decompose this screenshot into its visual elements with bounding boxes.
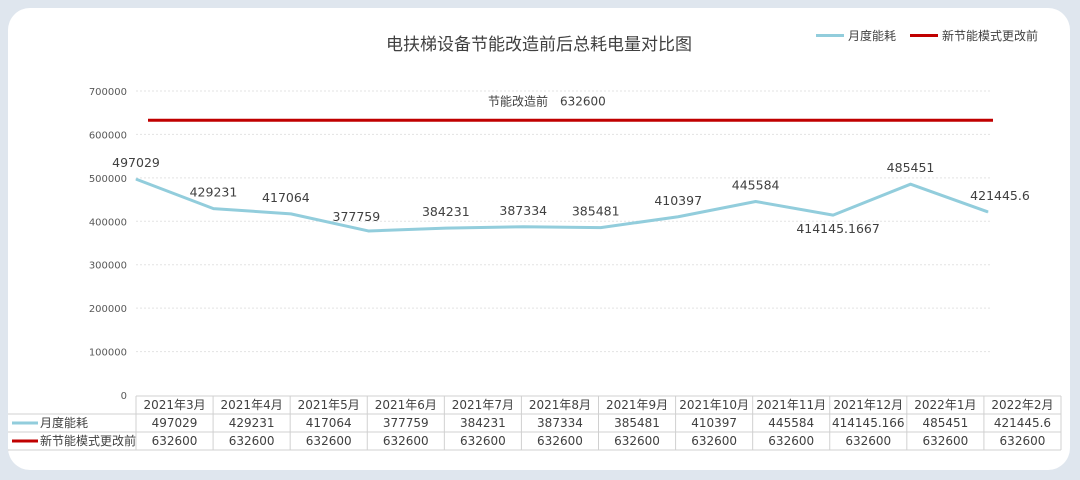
data-label: 387334 bbox=[499, 203, 547, 218]
data-label: 384231 bbox=[422, 204, 470, 219]
table-cell: 429231 bbox=[229, 416, 275, 430]
table-cell: 632600 bbox=[922, 434, 968, 448]
x-tick-label: 2021年3月 bbox=[143, 398, 205, 412]
x-tick-label: 2022年2月 bbox=[991, 398, 1053, 412]
table-cell: 410397 bbox=[691, 416, 737, 430]
data-point bbox=[212, 208, 214, 210]
data-point bbox=[910, 183, 912, 185]
data-label: 497029 bbox=[112, 155, 160, 170]
table-cell: 632600 bbox=[1000, 434, 1046, 448]
table-cell: 485451 bbox=[922, 416, 968, 430]
data-label: 445584 bbox=[732, 177, 780, 192]
data-point bbox=[987, 211, 989, 213]
reference-label: 节能改造前 bbox=[488, 93, 548, 108]
x-tick-label: 2021年12月 bbox=[833, 398, 903, 412]
x-tick-label: 2021年9月 bbox=[606, 398, 668, 412]
line-chart: 0 100000 200000 300000 400000 500000 600000 700… bbox=[8, 87, 1062, 451]
y-tick-label: 600000 bbox=[89, 130, 127, 141]
x-tick-label: 2021年8月 bbox=[529, 398, 591, 412]
data-label: 410397 bbox=[654, 193, 702, 208]
data-point bbox=[677, 216, 679, 218]
table-cell: 632600 bbox=[614, 434, 660, 448]
x-tick-label: 2021年6月 bbox=[375, 398, 437, 412]
table-cell: 632600 bbox=[306, 434, 352, 448]
x-tick-label: 2021年4月 bbox=[221, 398, 283, 412]
data-point bbox=[832, 214, 834, 216]
data-point bbox=[755, 200, 757, 202]
data-label: 414145.1667 bbox=[796, 221, 880, 236]
table-cell: 632600 bbox=[537, 434, 583, 448]
y-tick-label: 700000 bbox=[89, 87, 127, 98]
data-point bbox=[367, 230, 369, 232]
chart-card: 电扶梯设备节能改造前后总耗电量对比图 月度能耗 新节能模式更改前 0 100000… bbox=[8, 8, 1070, 470]
y-tick-label: 300000 bbox=[89, 261, 127, 272]
table-series-name: 月度能耗 bbox=[40, 415, 88, 430]
x-tick-label: 2021年10月 bbox=[679, 398, 749, 412]
data-point bbox=[522, 226, 524, 228]
data-label: 385481 bbox=[572, 204, 620, 219]
data-label: 485451 bbox=[887, 160, 935, 175]
x-tick-label: 2021年7月 bbox=[452, 398, 514, 412]
data-label: 421445.6 bbox=[970, 188, 1030, 203]
data-label: 377759 bbox=[333, 209, 381, 224]
table-cell: 632600 bbox=[845, 434, 891, 448]
data-label: 417064 bbox=[262, 190, 310, 205]
y-tick-label: 0 bbox=[121, 391, 127, 402]
y-tick-label: 500000 bbox=[89, 174, 127, 185]
y-tick-label: 400000 bbox=[89, 217, 127, 228]
table-cell: 632600 bbox=[229, 434, 275, 448]
table-cell: 632600 bbox=[460, 434, 506, 448]
x-tick-label: 2021年5月 bbox=[298, 398, 360, 412]
table-cell: 632600 bbox=[691, 434, 737, 448]
table-series-name: 新节能模式更改前 bbox=[40, 433, 136, 448]
data-point bbox=[290, 213, 292, 215]
table-cell: 384231 bbox=[460, 416, 506, 430]
data-label: 429231 bbox=[190, 185, 238, 200]
table-cell: 497029 bbox=[152, 416, 198, 430]
x-tick-label: 2021年11月 bbox=[756, 398, 826, 412]
y-tick-label: 200000 bbox=[89, 304, 127, 315]
table-cell: 414145.166 bbox=[832, 416, 905, 430]
table-cell: 421445.6 bbox=[994, 416, 1051, 430]
table-cell: 632600 bbox=[152, 434, 198, 448]
data-point bbox=[600, 227, 602, 229]
data-point bbox=[445, 227, 447, 229]
reference-value: 632600 bbox=[560, 94, 606, 108]
table-cell: 632600 bbox=[768, 434, 814, 448]
table-cell: 445584 bbox=[768, 416, 814, 430]
table-cell: 387334 bbox=[537, 416, 583, 430]
data-point bbox=[135, 178, 137, 180]
table-cell: 632600 bbox=[383, 434, 429, 448]
table-cell: 417064 bbox=[306, 416, 352, 430]
table-cell: 385481 bbox=[614, 416, 660, 430]
table-cell: 377759 bbox=[383, 416, 429, 430]
x-tick-label: 2022年1月 bbox=[914, 398, 976, 412]
y-tick-label: 100000 bbox=[89, 348, 127, 359]
